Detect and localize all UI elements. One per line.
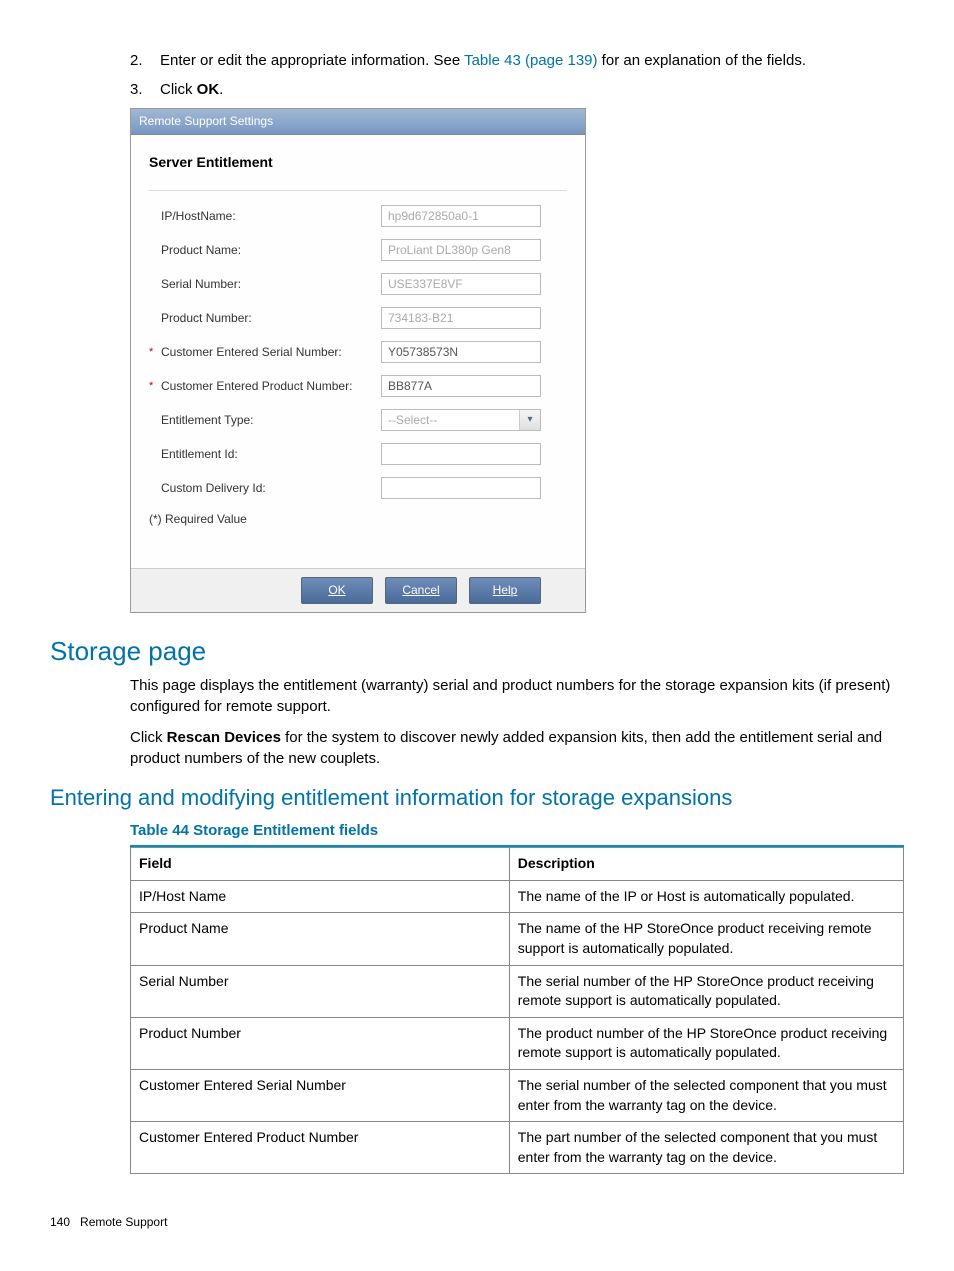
field-product-name: Product Name:: [149, 239, 567, 261]
field-serial-number: Serial Number:: [149, 273, 567, 295]
field-label: Entitlement Type:: [161, 412, 381, 429]
serial-number-input: [381, 273, 541, 295]
table-row: Customer Entered Product NumberThe part …: [131, 1122, 904, 1174]
dialog-titlebar: Remote Support Settings: [131, 109, 585, 135]
help-button[interactable]: Help: [469, 577, 541, 604]
storage-paragraph-2: Click Rescan Devices for the system to d…: [130, 727, 904, 769]
footer-section: Remote Support: [80, 1215, 167, 1229]
entitlement-id-input[interactable]: [381, 443, 541, 465]
table-row: Product NameThe name of the HP StoreOnce…: [131, 913, 904, 965]
table-row: Customer Entered Serial NumberThe serial…: [131, 1069, 904, 1121]
field-label: Product Name:: [161, 242, 381, 259]
field-entitlement-id: Entitlement Id:: [149, 443, 567, 465]
field-label: Entitlement Id:: [161, 446, 381, 463]
instruction-steps: 2. Enter or edit the appropriate informa…: [130, 50, 904, 100]
step-text: Enter or edit the appropriate informatio…: [160, 50, 806, 71]
field-customer-serial: * Customer Entered Serial Number:: [149, 341, 567, 363]
field-customer-product: * Customer Entered Product Number:: [149, 375, 567, 397]
field-label: Customer Entered Serial Number:: [161, 344, 381, 361]
entering-modifying-heading: Entering and modifying entitlement infor…: [50, 783, 904, 814]
step-text: Click OK.: [160, 79, 223, 100]
table-44-caption: Table 44 Storage Entitlement fields: [130, 820, 904, 841]
table-header-row: Field Description: [131, 848, 904, 881]
ip-hostname-input: [381, 205, 541, 227]
page-footer: 140 Remote Support: [50, 1214, 904, 1231]
table-43-link[interactable]: Table 43 (page 139): [464, 52, 597, 69]
col-field: Field: [131, 848, 510, 881]
dialog-footer: OK Cancel Help: [131, 568, 585, 612]
panel-title: Server Entitlement: [149, 153, 567, 173]
table-row: IP/Host NameThe name of the IP or Host i…: [131, 880, 904, 913]
field-custom-delivery-id: Custom Delivery Id:: [149, 477, 567, 499]
step-3: 3. Click OK.: [130, 79, 904, 100]
required-indicator: *: [149, 379, 161, 394]
field-label: Custom Delivery Id:: [161, 480, 381, 497]
step-number: 2.: [130, 50, 160, 71]
custom-delivery-id-input[interactable]: [381, 477, 541, 499]
storage-page-heading: Storage page: [50, 633, 904, 669]
cancel-button[interactable]: Cancel: [385, 577, 457, 604]
remote-support-settings-dialog: Remote Support Settings Server Entitleme…: [130, 108, 586, 613]
step-number: 3.: [130, 79, 160, 100]
step-2: 2. Enter or edit the appropriate informa…: [130, 50, 904, 71]
customer-product-input[interactable]: [381, 375, 541, 397]
field-label: Customer Entered Product Number:: [161, 378, 381, 395]
product-name-input: [381, 239, 541, 261]
product-number-input: [381, 307, 541, 329]
field-product-number: Product Number:: [149, 307, 567, 329]
storage-entitlement-table: Field Description IP/Host NameThe name o…: [130, 847, 904, 1174]
field-entitlement-type: Entitlement Type: ▾: [149, 409, 567, 431]
storage-paragraph-1: This page displays the entitlement (warr…: [130, 675, 904, 717]
table-row: Serial NumberThe serial number of the HP…: [131, 965, 904, 1017]
entitlement-type-select[interactable]: ▾: [381, 409, 541, 431]
chevron-down-icon[interactable]: ▾: [519, 409, 541, 431]
customer-serial-input[interactable]: [381, 341, 541, 363]
field-label: Serial Number:: [161, 276, 381, 293]
page-number: 140: [50, 1215, 70, 1229]
ok-button[interactable]: OK: [301, 577, 373, 604]
field-label: IP/HostName:: [161, 208, 381, 225]
field-label: Product Number:: [161, 310, 381, 327]
table-row: Product NumberThe product number of the …: [131, 1017, 904, 1069]
field-ip-hostname: IP/HostName:: [149, 205, 567, 227]
divider: [149, 190, 567, 191]
col-description: Description: [509, 848, 903, 881]
required-note: (*) Required Value: [149, 511, 567, 528]
required-indicator: *: [149, 345, 161, 360]
